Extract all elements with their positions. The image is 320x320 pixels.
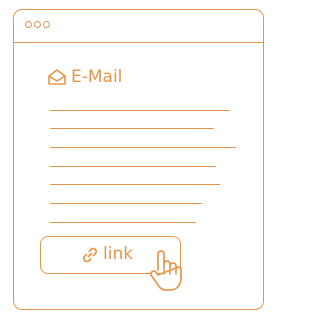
text-line — [50, 203, 202, 204]
window-control-dot[interactable] — [43, 21, 50, 28]
link-label: link — [103, 244, 134, 264]
text-line — [50, 147, 236, 148]
email-title: E-Mail — [71, 67, 123, 87]
text-line — [50, 166, 216, 167]
window-titlebar — [14, 10, 263, 43]
email-heading: E-Mail — [47, 65, 122, 89]
window-control-dot[interactable] — [25, 21, 32, 28]
envelope-open-icon — [47, 68, 67, 86]
text-line — [50, 110, 230, 111]
text-line — [50, 222, 196, 223]
hand-pointer-icon — [147, 248, 183, 298]
window-control-dot[interactable] — [34, 21, 41, 28]
chain-link-icon — [81, 246, 99, 268]
text-line — [50, 128, 214, 129]
text-line — [50, 184, 220, 185]
